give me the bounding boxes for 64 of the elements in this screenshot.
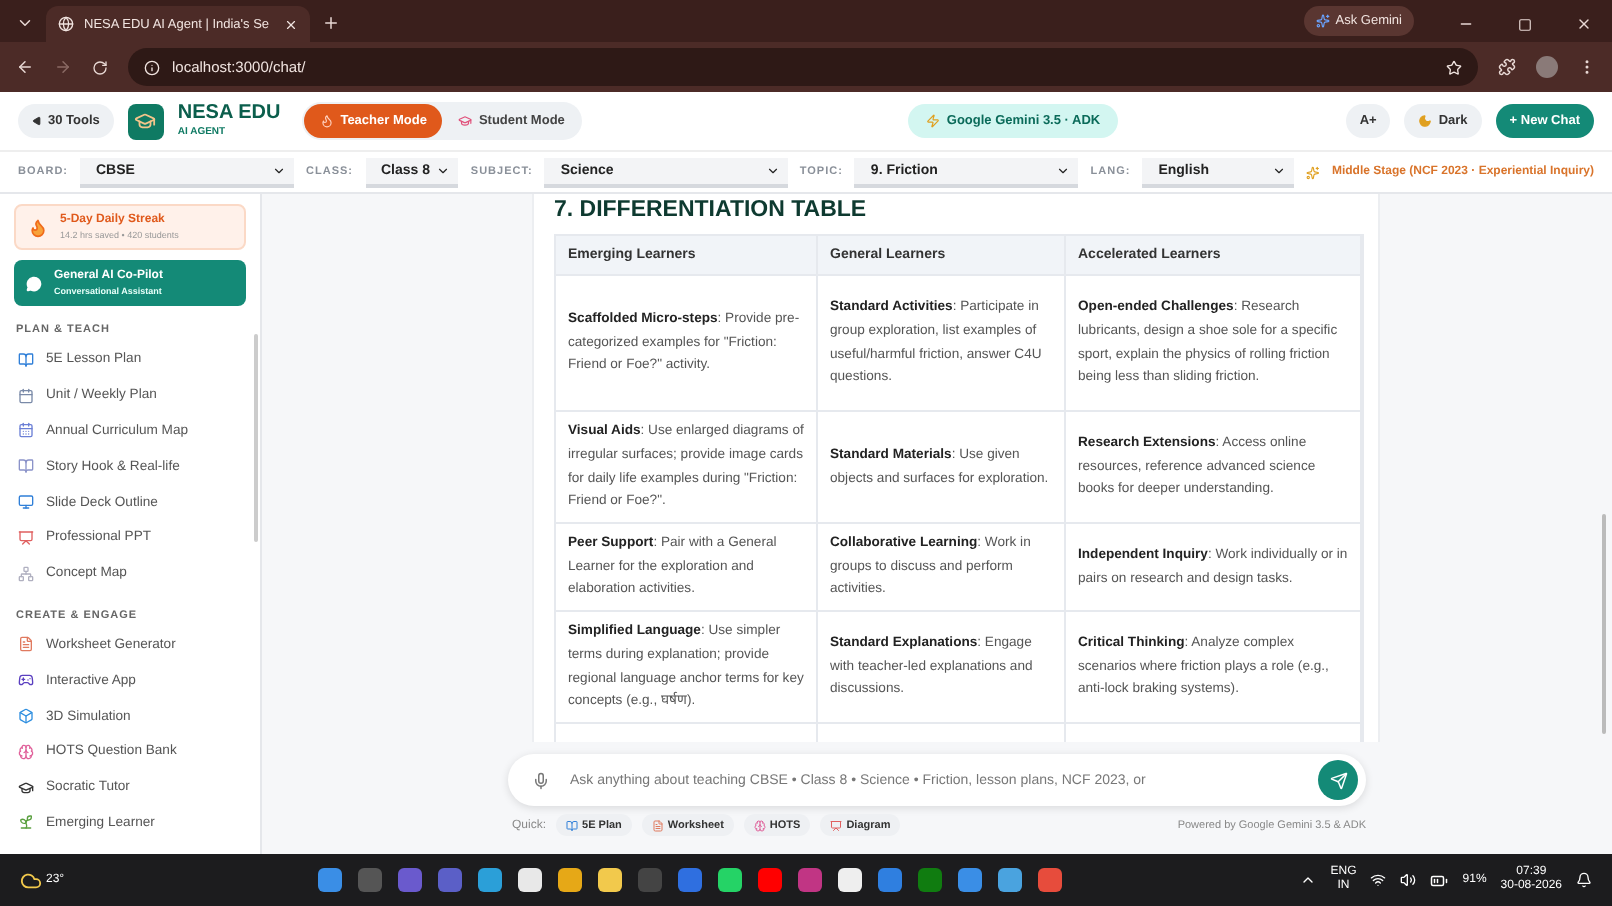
- scrollbar-thumb[interactable]: [1602, 514, 1606, 734]
- network-icon: [18, 565, 34, 582]
- chevron-down-icon: [272, 163, 287, 177]
- send-icon: [1329, 771, 1347, 789]
- taskbar-app-icon[interactable]: [718, 868, 743, 892]
- brain-icon: [753, 819, 766, 831]
- cube-icon: [18, 708, 34, 725]
- back-icon[interactable]: [16, 58, 34, 76]
- brain-icon: [18, 743, 34, 760]
- gamepad-icon: [18, 672, 34, 689]
- section-heading: 7. DIFFERENTIATION TABLE: [554, 198, 869, 222]
- maximize-icon[interactable]: [1518, 18, 1532, 32]
- lightning-icon: [926, 114, 941, 128]
- sparkle-icon: [1306, 165, 1320, 179]
- chevron-down-icon: [436, 163, 451, 177]
- close-icon[interactable]: [284, 17, 298, 31]
- taskbar-app-icon[interactable]: [598, 868, 623, 892]
- moon-icon: [1418, 114, 1433, 128]
- forward-icon[interactable]: [54, 58, 72, 76]
- notification-icon[interactable]: [1576, 872, 1592, 888]
- book-icon: [18, 351, 34, 368]
- book-icon: [566, 819, 579, 831]
- taskbar-app-icon[interactable]: [558, 868, 583, 892]
- reload-icon[interactable]: [92, 59, 108, 75]
- presentation-icon: [830, 819, 843, 831]
- close-icon[interactable]: [1576, 16, 1592, 32]
- chevron-down-icon: [1272, 163, 1287, 177]
- graduation-cap-icon: [18, 779, 34, 796]
- presentation-icon: [18, 529, 34, 546]
- star-icon[interactable]: [1446, 59, 1462, 75]
- tray-icon[interactable]: [1300, 872, 1317, 888]
- chat-bubble-icon: [26, 275, 42, 291]
- graduation-cap-icon: [458, 114, 473, 128]
- wifi-icon[interactable]: [1370, 872, 1387, 888]
- volume-icon[interactable]: [1400, 872, 1417, 888]
- weather-icon[interactable]: [20, 869, 42, 891]
- taskbar-app-icon[interactable]: [998, 868, 1023, 892]
- sparkle-icon: [1315, 14, 1330, 28]
- globe-icon: [58, 16, 74, 32]
- extensions-icon[interactable]: [1498, 58, 1516, 76]
- send-button[interactable]: [1318, 760, 1358, 800]
- profile-avatar[interactable]: [1536, 56, 1558, 78]
- battery-icon[interactable]: [1430, 871, 1449, 889]
- document-icon: [651, 819, 664, 831]
- taskbar-app-icon[interactable]: [518, 868, 543, 892]
- tab-list-icon[interactable]: [16, 14, 34, 32]
- brand-name: NESA EDU: [177, 104, 281, 124]
- flame-icon: [320, 114, 335, 128]
- chevron-down-icon: [765, 163, 780, 177]
- taskbar-app-icon[interactable]: [838, 868, 863, 892]
- document-icon: [18, 636, 34, 653]
- calendar-icon: [18, 387, 34, 404]
- triangle-left-icon: [32, 116, 42, 126]
- flame-icon: [28, 217, 48, 237]
- taskbar-app-icon[interactable]: [478, 868, 503, 892]
- book-icon: [18, 458, 34, 475]
- chevron-down-icon: [1056, 163, 1071, 177]
- info-icon[interactable]: [144, 59, 160, 75]
- microphone-icon[interactable]: [532, 771, 550, 789]
- calendar-icon: [18, 422, 34, 439]
- monitor-icon: [18, 494, 34, 511]
- sprout-icon: [18, 814, 34, 831]
- logo-icon: [127, 103, 164, 139]
- new-tab-icon[interactable]: [322, 14, 340, 32]
